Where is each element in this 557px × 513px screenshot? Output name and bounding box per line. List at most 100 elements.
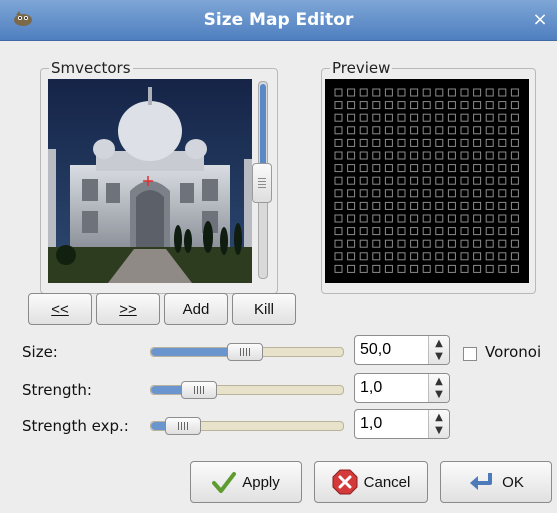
size-input[interactable]: [355, 336, 421, 364]
preview-grid: [334, 88, 519, 273]
apply-button-label: Apply: [242, 473, 280, 491]
preview-cell: [460, 264, 469, 273]
preview-cell: [410, 227, 419, 236]
preview-cell: [473, 126, 482, 135]
strength-exp-slider-thumb[interactable]: [165, 417, 201, 435]
source-image[interactable]: [48, 79, 252, 283]
preview-cell: [473, 88, 482, 97]
preview-cell: [447, 189, 456, 198]
strength-exp-slider[interactable]: [150, 417, 344, 435]
preview-cell: [460, 201, 469, 210]
preview-cell: [510, 138, 519, 147]
preview-cell: [460, 164, 469, 173]
spin-down-icon[interactable]: ▼: [433, 389, 445, 401]
preview-cell: [498, 164, 507, 173]
preview-cell: [372, 176, 381, 185]
size-slider-thumb[interactable]: [227, 343, 263, 361]
size-spinbutton[interactable]: ▲ ▼: [354, 335, 450, 365]
spin-up-icon[interactable]: ▲: [433, 412, 445, 424]
add-vector-button[interactable]: Add: [164, 293, 228, 325]
strength-spin-arrows[interactable]: ▲ ▼: [428, 374, 449, 402]
strength-exp-input[interactable]: [355, 410, 421, 438]
preview-cell: [410, 151, 419, 160]
preview-cell: [372, 88, 381, 97]
preview-cell: [435, 214, 444, 223]
kill-vector-button[interactable]: Kill: [232, 293, 296, 325]
preview-cell: [334, 214, 343, 223]
strength-spinbutton[interactable]: ▲ ▼: [354, 373, 450, 403]
close-icon[interactable]: ×: [529, 9, 551, 31]
preview-cell: [372, 138, 381, 147]
cancel-button[interactable]: Cancel: [314, 461, 428, 503]
preview-cell: [384, 201, 393, 210]
size-slider[interactable]: [150, 343, 344, 361]
preview-cell: [372, 164, 381, 173]
preview-cell: [447, 264, 456, 273]
preview-cell: [510, 189, 519, 198]
strength-input[interactable]: [355, 374, 421, 402]
preview-cell: [447, 201, 456, 210]
preview-cell: [347, 214, 356, 223]
preview-cell: [410, 113, 419, 122]
preview-cell: [397, 138, 406, 147]
preview-cell: [485, 138, 494, 147]
apply-button[interactable]: Apply: [190, 461, 302, 503]
spin-up-icon[interactable]: ▲: [433, 376, 445, 388]
preview-cell: [334, 239, 343, 248]
preview-cell: [347, 164, 356, 173]
size-spin-arrows[interactable]: ▲ ▼: [428, 336, 449, 364]
ok-button[interactable]: OK: [440, 461, 552, 503]
preview-cell: [384, 151, 393, 160]
preview-image: [325, 79, 529, 283]
preview-cell: [334, 201, 343, 210]
spin-down-icon[interactable]: ▼: [433, 425, 445, 437]
vertical-slider-thumb[interactable]: [252, 163, 272, 203]
preview-cell: [372, 264, 381, 273]
preview-cell: [422, 252, 431, 261]
preview-cell: [347, 151, 356, 160]
preview-cell: [384, 164, 393, 173]
preview-cell: [422, 239, 431, 248]
vertical-slider[interactable]: [252, 81, 272, 279]
strength-exp-spin-arrows[interactable]: ▲ ▼: [428, 410, 449, 438]
strength-exp-label: Strength exp.:: [22, 417, 129, 435]
strength-exp-spinbutton[interactable]: ▲ ▼: [354, 409, 450, 439]
preview-cell: [447, 113, 456, 122]
preview-cell: [347, 101, 356, 110]
preview-cell: [460, 252, 469, 261]
spin-down-icon[interactable]: ▼: [433, 351, 445, 363]
preview-cell: [435, 126, 444, 135]
preview-cell: [334, 126, 343, 135]
preview-cell: [447, 227, 456, 236]
preview-cell: [435, 252, 444, 261]
strength-slider-thumb[interactable]: [181, 381, 217, 399]
preview-cell: [485, 176, 494, 185]
preview-cell: [510, 113, 519, 122]
preview-cell: [422, 113, 431, 122]
preview-cell: [410, 264, 419, 273]
voronoi-label[interactable]: Voronoi: [485, 343, 541, 361]
preview-cell: [347, 138, 356, 147]
preview-cell: [372, 126, 381, 135]
preview-cell: [435, 151, 444, 160]
next-vector-button[interactable]: >>: [96, 293, 160, 325]
preview-cell: [510, 164, 519, 173]
preview-cell: [485, 227, 494, 236]
strength-slider[interactable]: [150, 381, 344, 399]
preview-cell: [447, 88, 456, 97]
title-bar[interactable]: Size Map Editor ×: [0, 0, 557, 41]
voronoi-checkbox[interactable]: [463, 347, 477, 361]
preview-cell: [384, 189, 393, 198]
preview-cell: [485, 252, 494, 261]
spin-up-icon[interactable]: ▲: [433, 338, 445, 350]
preview-cell: [473, 239, 482, 248]
preview-cell: [498, 101, 507, 110]
preview-cell: [498, 113, 507, 122]
window-title: Size Map Editor: [203, 10, 354, 30]
previous-vector-button[interactable]: <<: [28, 293, 92, 325]
preview-cell: [347, 201, 356, 210]
preview-cell: [334, 151, 343, 160]
preview-cell: [422, 227, 431, 236]
preview-cell: [397, 189, 406, 198]
vertical-slider-fill: [260, 84, 266, 168]
